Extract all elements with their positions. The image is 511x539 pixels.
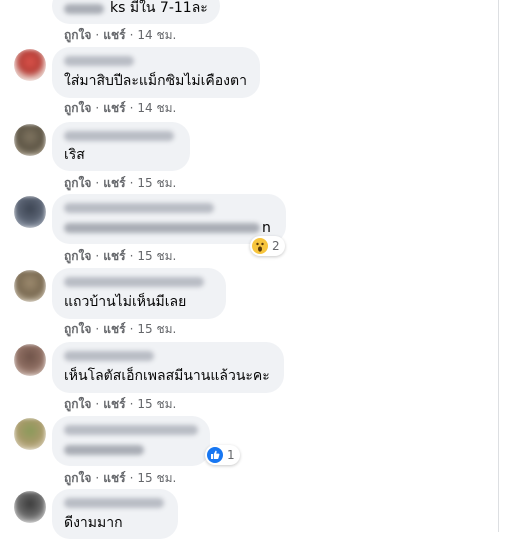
separator: · bbox=[129, 322, 134, 336]
avatar[interactable] bbox=[14, 196, 46, 228]
like-link[interactable]: ถูกใจ bbox=[64, 174, 91, 193]
avatar[interactable] bbox=[14, 491, 46, 523]
wow-emoji-icon bbox=[252, 238, 268, 254]
separator: · bbox=[95, 322, 100, 336]
separator: · bbox=[129, 101, 134, 115]
like-link[interactable]: ถูกใจ bbox=[64, 26, 91, 45]
comment-actions: ถูกใจ · แชร์ · 15 ชม. bbox=[64, 395, 176, 414]
reaction-count: 2 bbox=[272, 239, 280, 253]
scrollbar-track[interactable] bbox=[498, 0, 499, 532]
comment-actions: ถูกใจ · แชร์ · 15 ชม. bbox=[64, 320, 176, 339]
comment-bubble: ks มีใน 7-11ละ bbox=[52, 0, 220, 24]
share-link[interactable]: แชร์ bbox=[103, 320, 125, 339]
share-link[interactable]: แชร์ bbox=[103, 99, 125, 118]
share-link[interactable]: แชร์ bbox=[103, 395, 125, 414]
share-link[interactable]: แชร์ bbox=[103, 247, 125, 266]
comment-actions: ถูกใจ · แชร์ · 15 ชม. bbox=[64, 469, 176, 488]
like-link[interactable]: ถูกใจ bbox=[64, 247, 91, 266]
separator: · bbox=[95, 176, 100, 190]
separator: · bbox=[129, 176, 134, 190]
comment-bubble: แถวบ้านไม่เห็นมีเลย bbox=[52, 268, 226, 319]
timestamp[interactable]: 14 ชม. bbox=[137, 26, 176, 45]
comment-bubble: เห็นโลตัสเอ็กเพลสมีนานแล้วนะคะ bbox=[52, 342, 284, 393]
comment-bubble: ใส่มาสิบปีละแม็กซิมไม่เคืองตา bbox=[52, 47, 260, 98]
avatar[interactable] bbox=[14, 418, 46, 450]
separator: · bbox=[95, 397, 100, 411]
separator: · bbox=[95, 28, 100, 42]
comment-text: เริส bbox=[64, 147, 85, 163]
author-name bbox=[64, 203, 214, 213]
separator: · bbox=[95, 101, 100, 115]
like-link[interactable]: ถูกใจ bbox=[64, 395, 91, 414]
separator: · bbox=[95, 249, 100, 263]
avatar[interactable] bbox=[14, 124, 46, 156]
separator: · bbox=[129, 471, 134, 485]
comment-bubble: เริส bbox=[52, 122, 190, 171]
comment-text: แถวบ้านไม่เห็นมีเลย bbox=[64, 294, 187, 310]
blurred-text bbox=[64, 4, 104, 14]
author-name bbox=[64, 425, 198, 435]
like-link[interactable]: ถูกใจ bbox=[64, 469, 91, 488]
timestamp[interactable]: 15 ชม. bbox=[137, 320, 176, 339]
share-link[interactable]: แชร์ bbox=[103, 26, 125, 45]
author-name bbox=[64, 277, 204, 287]
separator: · bbox=[95, 471, 100, 485]
comment-text: ks มีใน 7-11ละ bbox=[110, 0, 208, 16]
reaction-count: 1 bbox=[227, 448, 235, 462]
avatar[interactable] bbox=[14, 344, 46, 376]
blurred-text bbox=[64, 223, 260, 233]
author-name bbox=[64, 131, 174, 141]
comment-text: n bbox=[262, 220, 271, 236]
share-link[interactable]: แชร์ bbox=[103, 174, 125, 193]
comment-text: ดีงามมาก bbox=[64, 515, 123, 531]
timestamp[interactable]: 15 ชม. bbox=[137, 174, 176, 193]
reaction-badge[interactable]: 2 bbox=[250, 236, 285, 256]
timestamp[interactable]: 15 ชม. bbox=[137, 395, 176, 414]
share-link[interactable]: แชร์ bbox=[103, 469, 125, 488]
comment-actions: ถูกใจ · แชร์ · 14 ชม. bbox=[64, 99, 176, 118]
separator: · bbox=[129, 397, 134, 411]
comment-text: ใส่มาสิบปีละแม็กซิมไม่เคืองตา bbox=[64, 73, 247, 89]
comment-actions: ถูกใจ · แชร์ · 15 ชม. bbox=[64, 174, 176, 193]
separator: · bbox=[129, 249, 134, 263]
like-thumb-icon bbox=[207, 447, 223, 463]
separator: · bbox=[129, 28, 134, 42]
comment-bubble: n bbox=[52, 194, 286, 244]
author-name bbox=[64, 56, 134, 66]
author-name bbox=[64, 351, 154, 361]
author-name bbox=[64, 498, 164, 508]
comment-actions: ถูกใจ · แชร์ · 15 ชม. bbox=[64, 247, 176, 266]
like-link[interactable]: ถูกใจ bbox=[64, 99, 91, 118]
comment-text: เห็นโลตัสเอ็กเพลสมีนานแล้วนะคะ bbox=[64, 368, 270, 384]
timestamp[interactable]: 15 ชม. bbox=[137, 469, 176, 488]
reaction-badge[interactable]: 1 bbox=[205, 445, 240, 465]
comment-actions: ถูกใจ · แชร์ · 14 ชม. bbox=[64, 26, 176, 45]
avatar[interactable] bbox=[14, 270, 46, 302]
timestamp[interactable]: 14 ชม. bbox=[137, 99, 176, 118]
blurred-text bbox=[64, 445, 144, 455]
comment-bubble bbox=[52, 416, 210, 466]
timestamp[interactable]: 15 ชม. bbox=[137, 247, 176, 266]
avatar[interactable] bbox=[14, 49, 46, 81]
like-link[interactable]: ถูกใจ bbox=[64, 320, 91, 339]
